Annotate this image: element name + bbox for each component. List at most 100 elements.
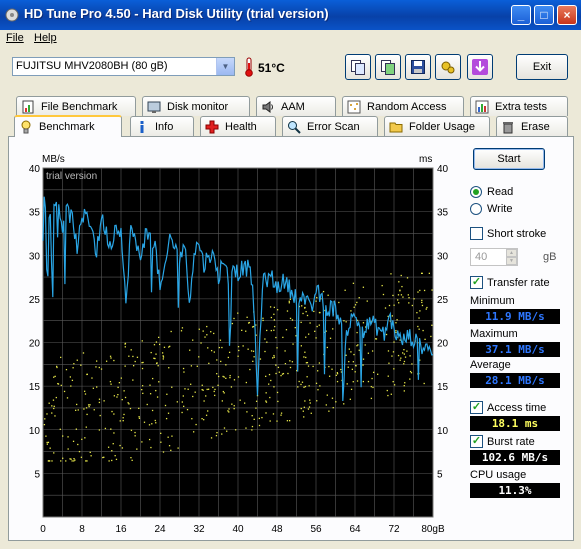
access-time-point (210, 331, 212, 333)
file-benchmark-icon (22, 100, 34, 113)
access-time-point (397, 299, 399, 301)
menu-file[interactable]: File (6, 32, 24, 44)
access-time-point (370, 385, 372, 388)
tab-info[interactable]: Info (130, 116, 194, 136)
access-time-point (162, 355, 164, 357)
read-option[interactable]: Read (470, 186, 513, 198)
short-stroke-spinner[interactable]: ▲ ▼ (506, 249, 517, 265)
access-time-point (158, 381, 160, 383)
menu-help[interactable]: Help (34, 32, 57, 44)
access-time-point (386, 389, 388, 392)
access-time-point (417, 325, 419, 328)
burst-rate-option[interactable]: ✓ Burst rate (470, 435, 535, 448)
drive-select[interactable]: FUJITSU MHV2080BH (80 gB) ▼ (12, 57, 235, 76)
access-time-point (280, 374, 282, 377)
access-time-point (350, 351, 352, 353)
short-stroke-checkbox[interactable] (470, 227, 483, 240)
access-time-point (305, 336, 307, 338)
exit-button[interactable]: Exit (516, 54, 568, 80)
tab-health[interactable]: Health (200, 116, 276, 136)
tab-disk-monitor[interactable]: Disk monitor (142, 96, 250, 116)
access-time-point (164, 404, 167, 407)
access-time-point (390, 273, 392, 275)
write-option[interactable]: Write (470, 203, 512, 215)
write-radio[interactable] (470, 203, 482, 215)
left-axis-ticks: 5 10 15 20 25 30 35 40 (29, 164, 41, 480)
close-button[interactable]: × (557, 5, 577, 25)
access-time-point (115, 458, 118, 461)
access-time-point (350, 388, 353, 391)
tab-folder-usage[interactable]: Folder Usage (384, 116, 490, 136)
access-time-point (319, 385, 321, 387)
access-time-point (221, 433, 223, 435)
x-tick: 8 (79, 524, 85, 535)
access-time-point (78, 450, 81, 453)
access-time-point (275, 372, 277, 375)
access-time-point (193, 431, 195, 433)
access-time-point (96, 386, 98, 388)
access-time-point (181, 401, 183, 403)
access-time-point (407, 294, 409, 296)
access-time-option[interactable]: ✓ Access time (470, 401, 546, 414)
spin-up-icon[interactable]: ▲ (506, 249, 517, 257)
tab-erase[interactable]: Erase (496, 116, 568, 136)
tab-aam[interactable]: AAM (256, 96, 336, 116)
access-time-point (400, 294, 403, 296)
access-time-point (189, 349, 191, 351)
tab-random-access[interactable]: Random Access (342, 96, 464, 116)
access-time-point (420, 272, 423, 274)
access-time-point (302, 312, 304, 315)
access-time-point (253, 356, 255, 358)
left-axis-unit: MB/s (42, 154, 65, 165)
short-stroke-option[interactable]: Short stroke (470, 227, 546, 240)
maximize-button[interactable]: □ (534, 5, 554, 25)
x-tick: 16 (115, 524, 127, 535)
access-time-point (259, 358, 262, 360)
minimize-button[interactable]: _ (511, 5, 531, 25)
access-time-point (54, 415, 56, 417)
copy-screenshot-button[interactable] (375, 54, 401, 80)
access-time-point (112, 443, 114, 445)
y-tick-right: 30 (437, 251, 449, 262)
copy-text-button[interactable] (345, 54, 371, 80)
minimum-label: Minimum (470, 295, 515, 307)
access-time-point (230, 386, 233, 388)
access-time-point (362, 358, 365, 360)
access-time-point (309, 402, 311, 404)
access-time-point (118, 382, 121, 384)
access-time-point (210, 437, 213, 439)
access-time-point (266, 341, 268, 343)
save-button[interactable] (405, 54, 431, 80)
access-time-point (195, 423, 197, 426)
access-time-point (63, 390, 66, 393)
transfer-rate-checkbox[interactable]: ✓ (470, 276, 483, 289)
read-radio[interactable] (470, 186, 482, 198)
access-time-point (132, 379, 134, 381)
tab-error-scan[interactable]: Error Scan (282, 116, 378, 136)
access-time-point (114, 455, 116, 457)
transfer-rate-option[interactable]: ✓ Transfer rate (470, 276, 550, 289)
access-time-point (315, 337, 317, 339)
download-button[interactable] (467, 54, 493, 80)
tab-extra-tests[interactable]: Extra tests (470, 96, 568, 116)
tab-benchmark[interactable]: Benchmark (14, 115, 122, 137)
tab-file-benchmark[interactable]: File Benchmark (16, 96, 136, 116)
access-time-point (362, 286, 365, 288)
access-time-point (317, 370, 319, 372)
access-time-point (214, 394, 216, 397)
access-time-point (184, 388, 186, 390)
access-time-point (277, 400, 279, 403)
start-button[interactable]: Start (473, 148, 545, 170)
access-time-point (305, 310, 307, 313)
access-time-point (425, 308, 427, 310)
access-time-point (392, 380, 394, 383)
options-button[interactable] (435, 54, 461, 80)
chevron-down-icon[interactable]: ▼ (216, 58, 234, 75)
access-time-point (399, 289, 401, 291)
access-time-point (303, 406, 305, 408)
burst-rate-checkbox[interactable]: ✓ (470, 435, 483, 448)
spin-down-icon[interactable]: ▼ (506, 257, 517, 265)
access-time-point (105, 360, 108, 362)
access-time-checkbox[interactable]: ✓ (470, 401, 483, 414)
access-time-point (353, 353, 355, 356)
